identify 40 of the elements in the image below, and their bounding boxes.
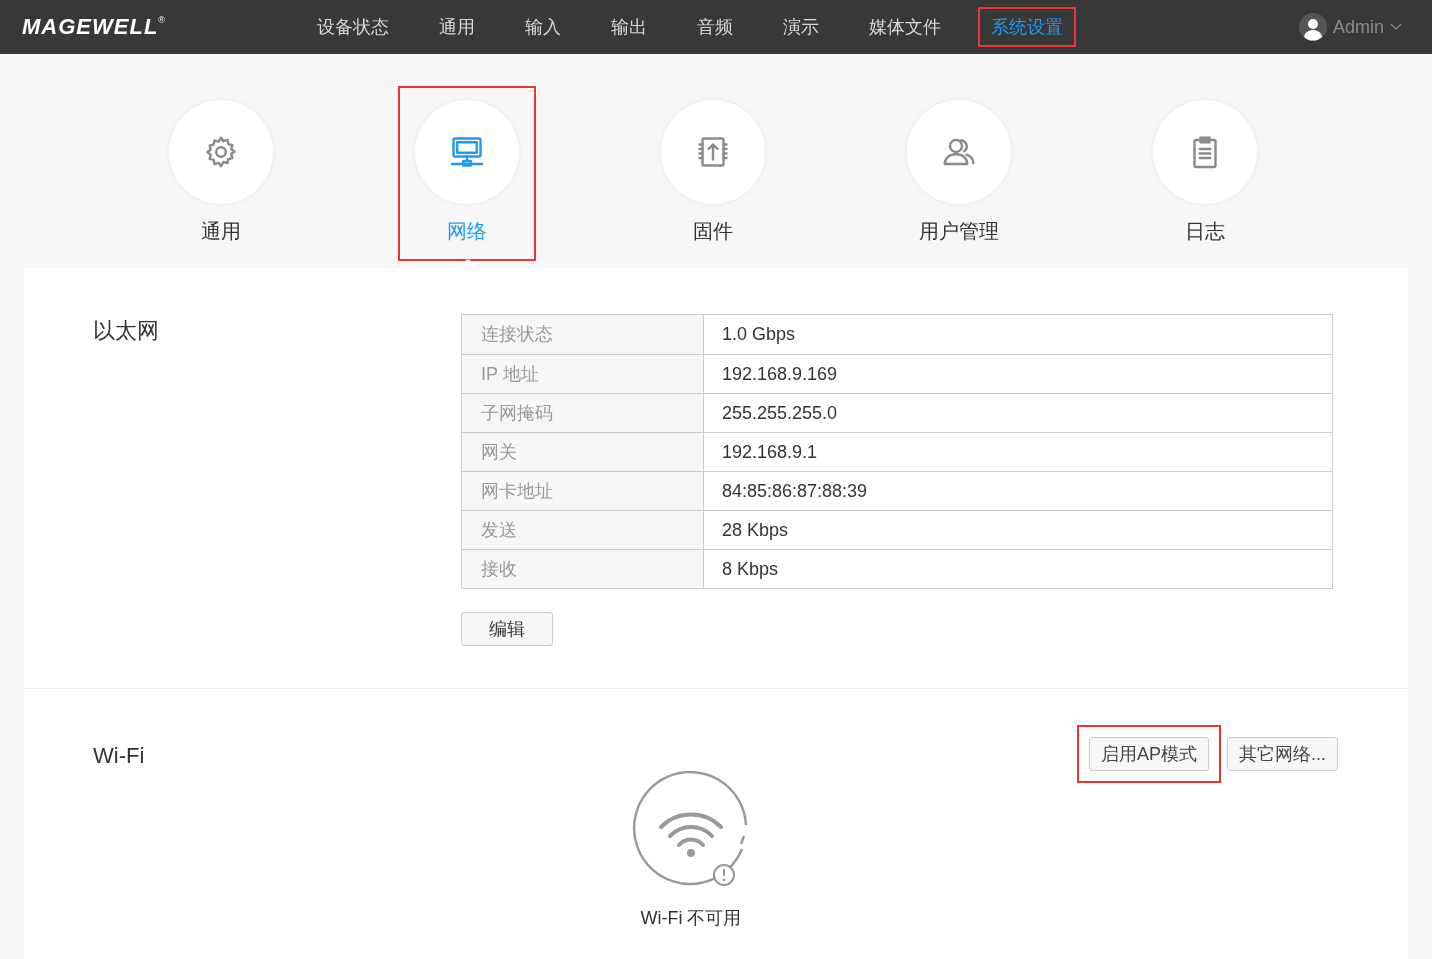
settings-category[interactable]: 用户管理 [890, 86, 1028, 261]
nav-tab[interactable]: 媒体文件 [856, 7, 954, 47]
table-cell-text: 1.0 Gbps [721, 323, 797, 346]
table-cell-text: 192.168.9.169 [721, 362, 839, 386]
user-avatar-icon [1298, 13, 1327, 41]
gear-icon [203, 134, 239, 170]
table-cell-text: 255.255.255.0 [721, 401, 839, 425]
nav-tab[interactable]: 演示 [770, 7, 832, 47]
settings-category[interactable]: 日志 [1136, 86, 1274, 261]
table-cell: 接收 [462, 550, 704, 588]
nav-tab[interactable]: 输出 [598, 7, 660, 47]
nav-tab[interactable]: 音频 [684, 7, 746, 47]
chevron-down-icon [1390, 23, 1402, 31]
table-cell-text: 28 Kbps [721, 518, 790, 542]
table-cell-text: 192.168.9.1 [721, 440, 819, 464]
nav-tab[interactable]: 设备状态 [304, 7, 402, 47]
table-cell-text: 8 Kbps [721, 557, 780, 581]
wifi-unavailable-icon [632, 771, 750, 889]
table-cell: 网关 [462, 433, 704, 471]
monitor-network-icon [449, 134, 485, 170]
section-title: 以太网 [93, 318, 159, 343]
action-button[interactable]: 启用AP模式 [1088, 737, 1209, 771]
edit-button[interactable]: 编辑 [461, 612, 553, 646]
settings-category[interactable]: 通用 [152, 86, 290, 261]
registered-mark: ® [158, 16, 165, 25]
nav-tab[interactable]: 输入 [512, 7, 574, 47]
table-cell: 子网掩码 [462, 394, 704, 432]
table-cell-text: 84:85:86:87:88:39 [721, 479, 869, 503]
nav-tab[interactable]: 通用 [426, 7, 488, 47]
table-cell: 网卡地址 [462, 472, 704, 510]
chip-upload-icon [695, 134, 731, 170]
settings-category[interactable]: 固件 [644, 86, 782, 261]
nav-tab[interactable]: 系统设置 [978, 7, 1076, 47]
table-cell: 发送 [462, 511, 704, 549]
brand-logo: MAGEWELL [22, 16, 159, 38]
section-title: Wi-Fi [93, 742, 145, 770]
table-cell: 连接状态 [462, 315, 704, 354]
table-cell: IP 地址 [462, 355, 704, 393]
wifi-status-text: Wi-Fi 不可用 [640, 907, 742, 930]
action-button[interactable]: 其它网络... [1227, 737, 1338, 771]
